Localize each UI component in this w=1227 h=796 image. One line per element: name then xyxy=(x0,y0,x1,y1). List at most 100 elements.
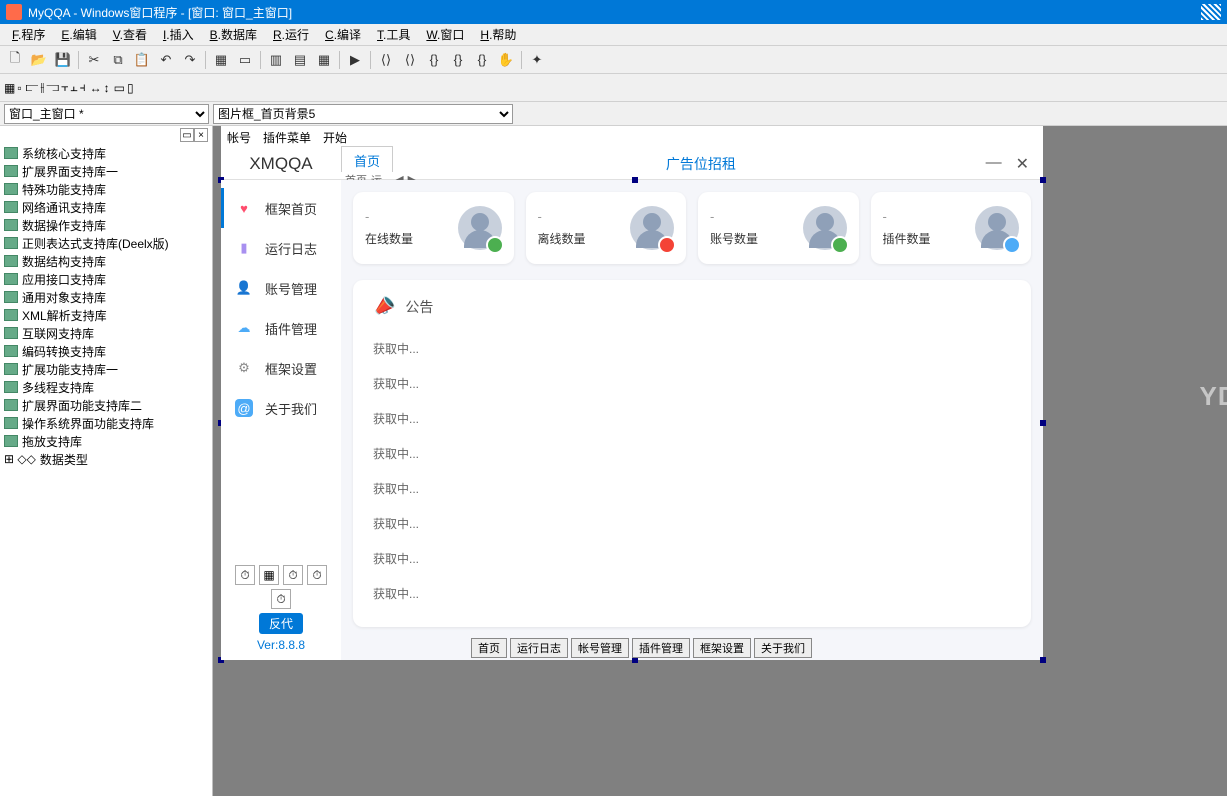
dist-v-icon[interactable]: ↕ xyxy=(104,81,110,95)
tree-item[interactable]: 扩展功能支持库一 xyxy=(2,360,210,378)
tree-item[interactable]: ⊞ ◇◇ 数据类型 xyxy=(2,450,210,468)
tree-item[interactable]: 数据操作支持库 xyxy=(2,216,210,234)
sidebar-item-heart[interactable]: ♥框架首页 xyxy=(221,188,341,228)
menu-item[interactable]: R.运行 xyxy=(265,24,317,45)
component-selector[interactable]: 图片框_首页背景5 xyxy=(213,104,513,124)
align-center-h-icon[interactable]: ⫲ xyxy=(40,80,44,95)
close-icon[interactable]: ✕ xyxy=(1016,154,1029,174)
tree-item[interactable]: 多线程支持库 xyxy=(2,378,210,396)
grid-icon[interactable]: ▦ xyxy=(210,49,232,71)
panel-close-icon[interactable]: × xyxy=(194,128,208,142)
tree-item-label: 数据操作支持库 xyxy=(22,217,106,234)
library-icon xyxy=(4,147,18,159)
tree-item[interactable]: 扩展界面功能支持库二 xyxy=(2,396,210,414)
tree-item[interactable]: 通用对象支持库 xyxy=(2,288,210,306)
menu-item[interactable]: I.插入 xyxy=(155,24,202,45)
align1-icon[interactable]: ▦ xyxy=(4,81,15,95)
form-icon[interactable]: ▭ xyxy=(234,49,256,71)
tree-expand-icon[interactable]: ⊞ ◇◇ xyxy=(4,452,36,466)
tree-item[interactable]: 操作系统界面功能支持库 xyxy=(2,414,210,432)
tree-item[interactable]: XML解析支持库 xyxy=(2,306,210,324)
bottom-tab[interactable]: 运行日志 xyxy=(510,638,568,658)
tool1-icon[interactable]: ⟨⟩ xyxy=(375,49,397,71)
dist-h-icon[interactable]: ↔ xyxy=(90,81,102,95)
menu-item[interactable]: H.帮助 xyxy=(472,24,524,45)
menu-item[interactable]: E.编辑 xyxy=(53,24,104,45)
layout2-icon[interactable]: ▤ xyxy=(289,49,311,71)
app-menu-item[interactable]: 插件菜单 xyxy=(263,129,311,146)
bottom-tab[interactable]: 首页 xyxy=(471,638,507,658)
bottom-tab[interactable]: 帐号管理 xyxy=(571,638,629,658)
tree-item-label: 编码转换支持库 xyxy=(22,343,106,360)
open-icon[interactable]: 📂 xyxy=(28,49,50,71)
run-icon[interactable]: ▶ xyxy=(344,49,366,71)
app-menu-item[interactable]: 帐号 xyxy=(227,129,251,146)
new-icon[interactable]: 🗋 xyxy=(4,49,26,71)
align-center-v-icon[interactable]: ⫠ xyxy=(70,80,77,95)
horn-icon: 📣 xyxy=(370,293,398,320)
tree-item[interactable]: 编码转换支持库 xyxy=(2,342,210,360)
size1-icon[interactable]: ▭ xyxy=(114,81,125,95)
menu-item[interactable]: C.编译 xyxy=(317,24,369,45)
tree-item[interactable]: 网络通讯支持库 xyxy=(2,198,210,216)
bottom-tab[interactable]: 关于我们 xyxy=(754,638,812,658)
book-icon: ▮ xyxy=(235,239,253,257)
clock-icon[interactable]: ⏱ xyxy=(283,565,303,585)
align-top-icon[interactable]: ⫟ xyxy=(61,80,68,95)
tool4-icon[interactable]: {} xyxy=(447,49,469,71)
paste-icon[interactable]: 📋 xyxy=(131,49,153,71)
clock-icon[interactable]: ⏱ xyxy=(307,565,327,585)
tool5-icon[interactable]: {} xyxy=(471,49,493,71)
menu-item[interactable]: F.程序 xyxy=(4,24,53,45)
align-left-icon[interactable]: ⫍ xyxy=(26,80,39,95)
undo-icon[interactable]: ↶ xyxy=(155,49,177,71)
menu-item[interactable]: B.数据库 xyxy=(202,24,265,45)
tool2-icon[interactable]: ⟨⟩ xyxy=(399,49,421,71)
sidebar-item-gear[interactable]: ⚙框架设置 xyxy=(221,348,341,388)
hand-icon[interactable]: ✋ xyxy=(495,49,517,71)
size2-icon[interactable]: ▯ xyxy=(127,81,134,95)
align-right-icon[interactable]: ⫎ xyxy=(46,80,59,95)
bottom-tab[interactable]: 框架设置 xyxy=(693,638,751,658)
sidebar-item-at[interactable]: @关于我们 xyxy=(221,388,341,428)
notice-card: 📣 公告 获取中...获取中...获取中...获取中...获取中...获取中..… xyxy=(353,280,1031,627)
sidebar-item-cloud[interactable]: ☁插件管理 xyxy=(221,308,341,348)
tree-item[interactable]: 互联网支持库 xyxy=(2,324,210,342)
proxy-badge[interactable]: 反代 xyxy=(259,613,303,634)
align-bottom-icon[interactable]: ⫞ xyxy=(80,80,86,95)
menu-item[interactable]: W.窗口 xyxy=(418,24,472,45)
tree-item[interactable]: 正则表达式支持库(Deelx版) xyxy=(2,234,210,252)
tree-item[interactable]: 数据结构支持库 xyxy=(2,252,210,270)
layout1-icon[interactable]: ▥ xyxy=(265,49,287,71)
menu-item[interactable]: T.工具 xyxy=(369,24,418,45)
save-icon[interactable]: 💾 xyxy=(52,49,74,71)
sidebar-item-user[interactable]: 👤账号管理 xyxy=(221,268,341,308)
tree-item[interactable]: 应用接口支持库 xyxy=(2,270,210,288)
bottom-tab[interactable]: 插件管理 xyxy=(632,638,690,658)
tree-item[interactable]: 扩展界面支持库一 xyxy=(2,162,210,180)
minimize-icon[interactable]: — xyxy=(986,154,1002,174)
layout3-icon[interactable]: ▦ xyxy=(313,49,335,71)
align2-icon[interactable]: ▫ xyxy=(17,81,21,95)
tree-item[interactable]: 特殊功能支持库 xyxy=(2,180,210,198)
tab-home[interactable]: 首页 xyxy=(341,146,393,172)
tool3-icon[interactable]: {} xyxy=(423,49,445,71)
panel-dock-icon[interactable]: ▭ xyxy=(180,128,194,142)
tree-item[interactable]: 系统核心支持库 xyxy=(2,144,210,162)
window-selector[interactable]: 窗口_主窗口 * xyxy=(4,104,209,124)
tree-item-label: 应用接口支持库 xyxy=(22,271,106,288)
menu-item[interactable]: V.查看 xyxy=(105,24,155,45)
cut-icon[interactable]: ✂ xyxy=(83,49,105,71)
ad-banner[interactable]: 广告位招租 xyxy=(416,154,985,174)
tree-item-label: 正则表达式支持库(Deelx版) xyxy=(22,235,169,252)
clock-icon[interactable]: ⏱ xyxy=(271,589,291,609)
library-icon xyxy=(4,327,18,339)
sidebar-item-book[interactable]: ▮运行日志 xyxy=(221,228,341,268)
tree-item[interactable]: 拖放支持库 xyxy=(2,432,210,450)
star-icon[interactable]: ✦ xyxy=(526,49,548,71)
redo-icon[interactable]: ↷ xyxy=(179,49,201,71)
version-label: Ver:8.8.8 xyxy=(221,638,341,652)
clock-icon[interactable]: ⏱ xyxy=(235,565,255,585)
copy-icon[interactable]: ⧉ xyxy=(107,49,129,71)
calendar-icon[interactable]: ▦ xyxy=(259,565,279,585)
